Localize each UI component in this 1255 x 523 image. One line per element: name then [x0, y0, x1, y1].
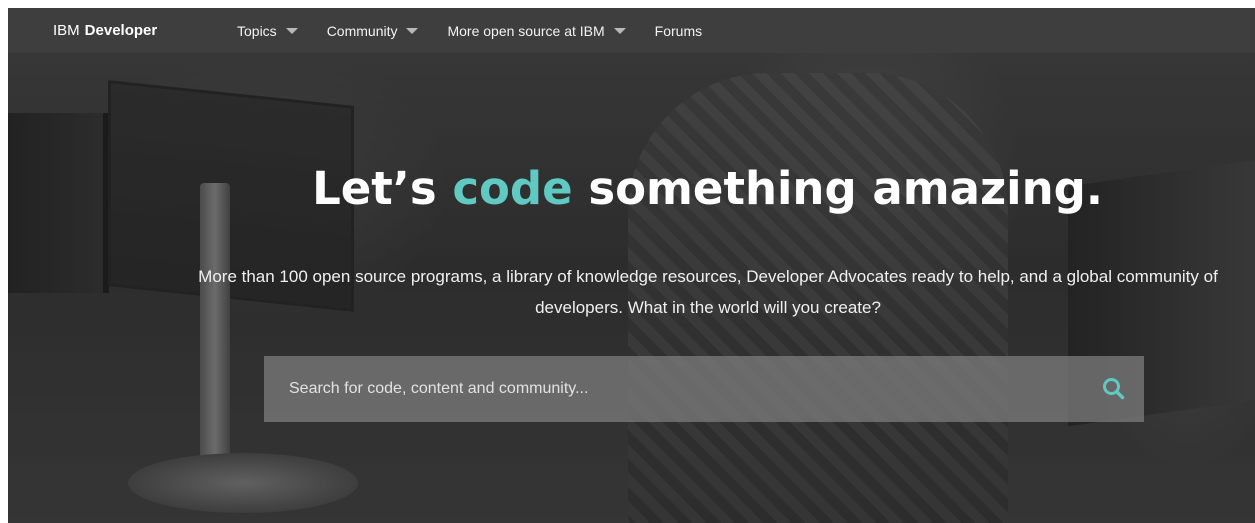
nav-item-topics[interactable]: Topics — [237, 23, 298, 39]
search-input[interactable] — [264, 356, 1084, 422]
brand-prefix: IBM — [53, 22, 80, 39]
headline-accent-word: code — [452, 162, 573, 215]
brand-logo-link[interactable]: IBM Developer — [53, 8, 157, 53]
nav-menu: Topics Community More open source at IBM… — [237, 8, 731, 53]
search-button[interactable] — [1084, 356, 1144, 422]
caret-down-icon — [285, 28, 298, 34]
page-frame: IBM Developer Topics Community More open… — [8, 8, 1255, 523]
caret-down-icon — [406, 28, 419, 34]
search-icon — [1103, 378, 1125, 400]
hero-subheading: More than 100 open source programs, a li… — [198, 267, 1218, 317]
nav-item-more-open-source[interactable]: More open source at IBM — [447, 22, 626, 39]
headline-text-start: Let’s — [312, 162, 453, 215]
brand-name: Developer — [84, 22, 158, 39]
caret-down-icon — [613, 28, 626, 34]
top-navigation: IBM Developer Topics Community More open… — [8, 8, 1255, 53]
nav-item-label: Topics — [237, 22, 277, 39]
hero-banner: Let’s code something amazing. More than … — [8, 53, 1255, 523]
nav-item-label: More open source at IBM — [447, 22, 605, 39]
nav-item-label: Community — [326, 22, 398, 39]
nav-item-forums[interactable]: Forums — [655, 23, 702, 39]
nav-item-label: Forums — [654, 22, 703, 39]
nav-item-community[interactable]: Community — [327, 23, 419, 39]
search-bar — [264, 356, 1144, 422]
headline-text-end: something amazing. — [572, 162, 1103, 215]
hero-headline: Let’s code something amazing. — [8, 159, 1255, 219]
